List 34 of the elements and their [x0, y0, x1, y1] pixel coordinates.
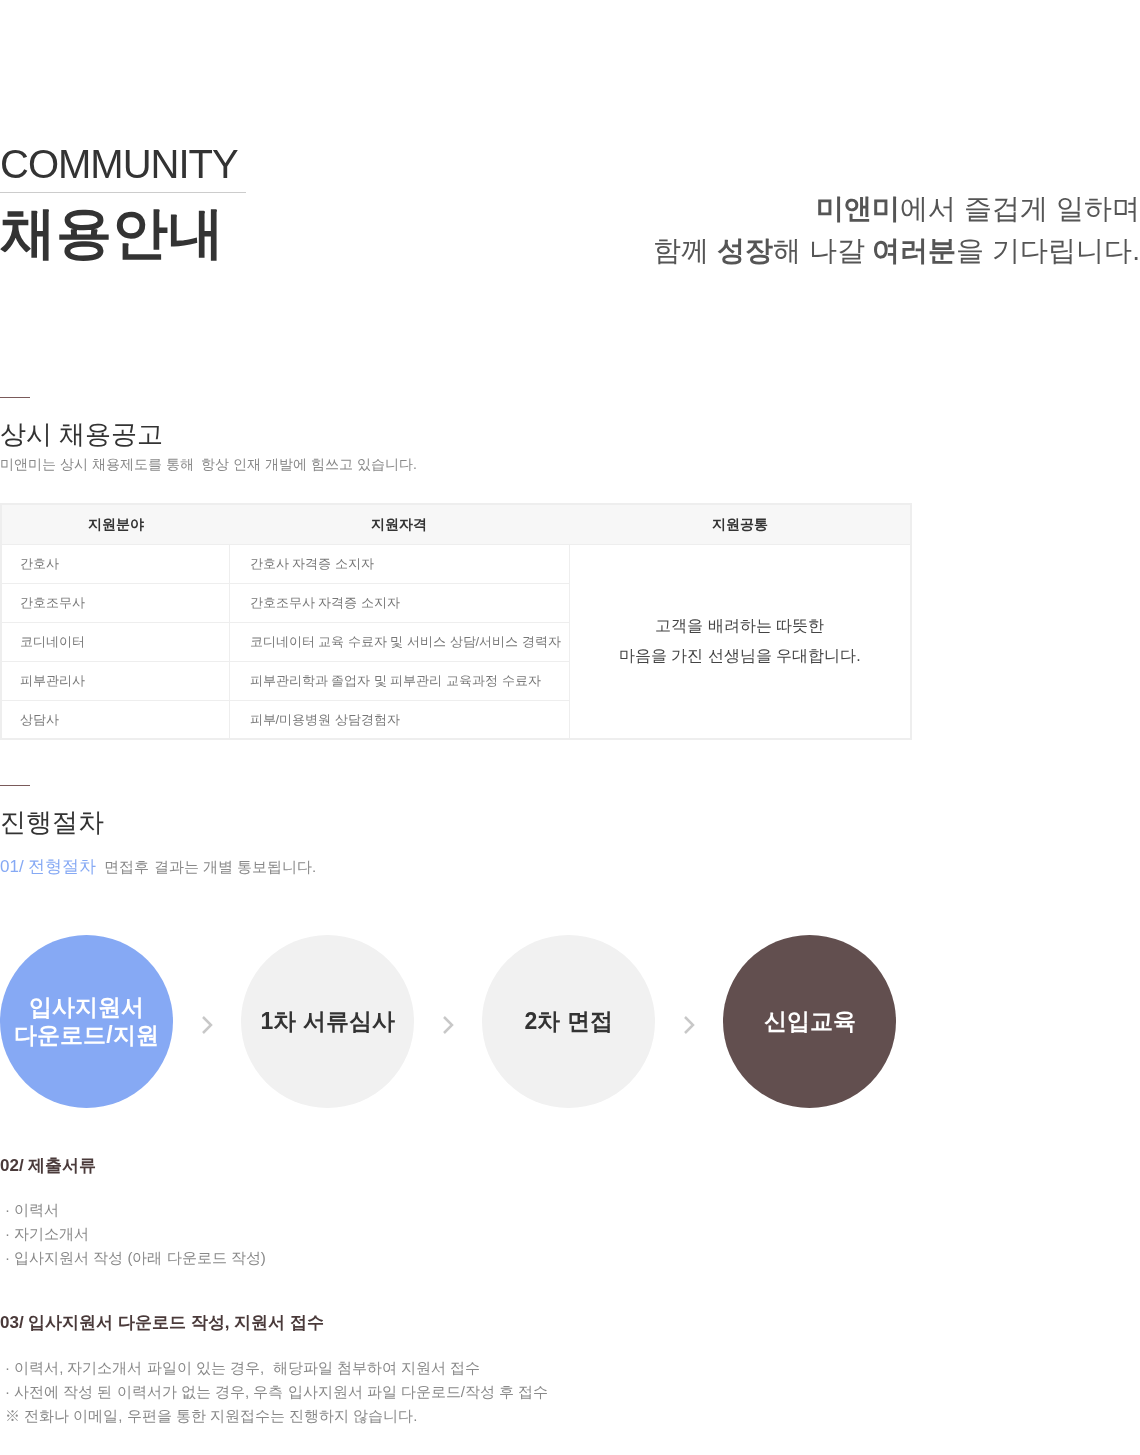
column-header: 지원분야 [1, 504, 229, 544]
table-cell: 코디네이터 교육 수료자 및 서비스 상담/서비스 경력자 [229, 622, 569, 661]
step-note: 면접후 결과는 개별 통보됩니다. [104, 857, 317, 877]
subsection-title: 02/ 제출서류 [0, 1154, 98, 1177]
chevron-icon [201, 1015, 213, 1035]
tagline-text: 함께 성장해 나갈 여러분을 기다립니다. [653, 234, 1140, 268]
table-cell: 간호사 자격증 소지자 [229, 544, 569, 583]
table-cell: 피부관리학과 졸업자 및 피부관리 교육과정 수료자 [229, 661, 569, 700]
section-title: 상시 채용공고 [0, 418, 165, 450]
list-item: · 이력서, 자기소개서 파일이 있는 경우, 해당파일 첨부하여 지원서 접수 [5, 1357, 481, 1378]
subsection-title: 03/ 입사지원서 다운로드 작성, 지원서 접수 [0, 1312, 325, 1334]
list-item: ※ 전화나 이메일, 우편을 통한 지원접수는 진행하지 않습니다. [5, 1405, 419, 1426]
table-cell: 피부관리사 [1, 661, 229, 700]
section-title: 진행절차 [0, 806, 105, 838]
chevron-icon [442, 1015, 454, 1035]
eyebrow: COMMUNITY [0, 140, 246, 193]
table-cell: 피부/미용병원 상담경험자 [229, 700, 569, 739]
list-item: · 사전에 작성 된 이력서가 없는 경우, 우측 입사지원서 파일 다운로드/작성 후 접수 [5, 1381, 550, 1402]
list-item: · 입사지원서 작성 (아래 다운로드 작성) [5, 1248, 267, 1268]
table-cell: 고객을 배려하는 따뜻한 마음을 가진 선생님을 우대합니다. [569, 544, 911, 739]
page-title: 채용안내 [0, 200, 225, 266]
step-heading: 01/ 전형절차 [0, 856, 97, 878]
table-cell: 코디네이터 [1, 622, 229, 661]
list-item: · 이력서 [5, 1200, 61, 1220]
table-cell: 간호조무사 자격증 소지자 [229, 583, 569, 622]
table-cell: 간호조무사 [1, 583, 229, 622]
chevron-icon [683, 1015, 695, 1035]
column-header: 지원공통 [569, 504, 911, 544]
table-cell: 간호사 [1, 544, 229, 583]
column-header: 지원자격 [229, 504, 569, 544]
list-item: · 자기소개서 [5, 1224, 91, 1244]
table-cell: 상담사 [1, 700, 229, 739]
section-description: 미앤미는 상시 채용제도를 통해 항상 인재 개발에 힘쓰고 있습니다. [0, 455, 418, 474]
tagline-text: 미앤미에서 즐겁게 일하며 [816, 192, 1140, 226]
